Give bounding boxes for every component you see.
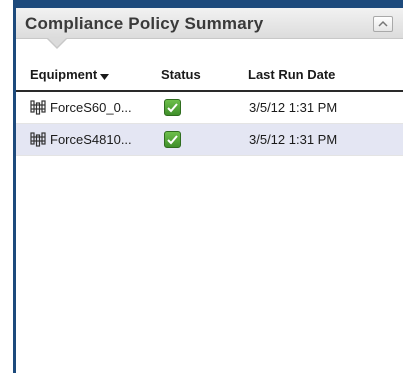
window-top-border	[13, 0, 403, 8]
compliance-policy-summary-panel: Compliance Policy Summary Equipment Stat…	[13, 8, 403, 373]
network-switch-icon	[30, 131, 46, 151]
column-header-label: Status	[161, 67, 201, 82]
table-header: Equipment Status Last Run Date	[16, 66, 403, 92]
status-cell	[164, 99, 181, 120]
last-run-date-cell: 3/5/12 1:31 PM	[249, 100, 338, 115]
chevron-up-icon	[378, 20, 388, 27]
panel-title: Compliance Policy Summary	[25, 14, 264, 33]
equipment-name: ForceS4810...	[50, 132, 132, 147]
column-header-equipment[interactable]: Equipment	[30, 66, 110, 85]
check-icon	[164, 131, 181, 148]
equipment-name: ForceS60_0...	[50, 100, 132, 115]
compliance-table: Equipment Status Last Run Date ForceS60_…	[16, 66, 403, 156]
table-row[interactable]: ForceS60_0... 3/5/12 1:31 PM	[16, 92, 403, 124]
column-header-label: Last Run Date	[248, 67, 336, 82]
collapse-button[interactable]	[373, 16, 393, 32]
column-header-status[interactable]: Status	[161, 66, 201, 84]
table-row[interactable]: ForceS4810... 3/5/12 1:31 PM	[16, 124, 403, 156]
panel-header: Compliance Policy Summary	[16, 8, 403, 39]
check-icon	[164, 99, 181, 116]
column-header-last-run-date[interactable]: Last Run Date	[248, 66, 335, 84]
column-header-label: Equipment	[30, 67, 98, 82]
header-notch	[48, 38, 66, 47]
equipment-cell: ForceS4810...	[30, 131, 132, 151]
sort-descending-icon	[100, 67, 110, 85]
equipment-cell: ForceS60_0...	[30, 99, 132, 119]
last-run-date-cell: 3/5/12 1:31 PM	[249, 132, 338, 147]
status-cell	[164, 131, 181, 152]
network-switch-icon	[30, 99, 46, 119]
